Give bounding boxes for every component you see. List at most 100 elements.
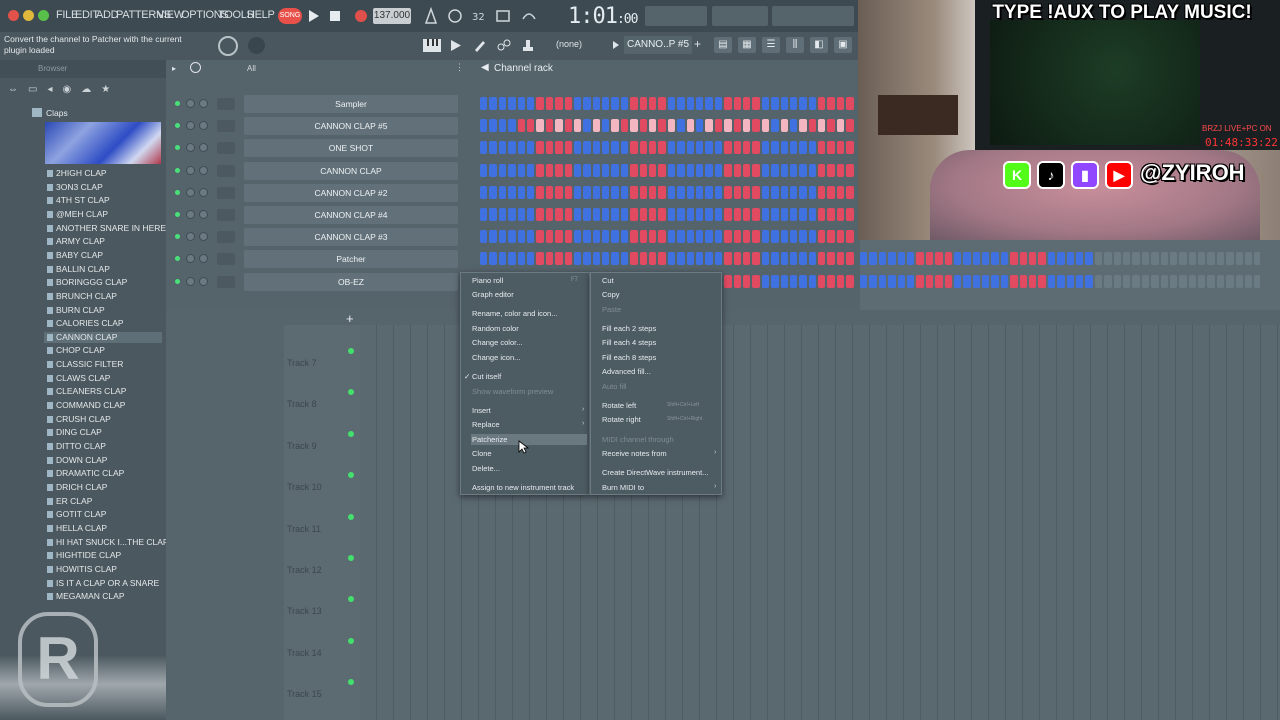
step-button[interactable] <box>517 141 525 155</box>
step-button[interactable] <box>583 185 591 199</box>
step-button[interactable] <box>1226 274 1234 288</box>
step-button[interactable] <box>583 252 591 266</box>
step-button[interactable] <box>602 208 610 221</box>
tempo-display[interactable]: 137.000 <box>373 8 411 24</box>
step-button[interactable] <box>789 163 798 177</box>
step-button[interactable] <box>733 163 741 177</box>
step-button[interactable] <box>789 119 798 133</box>
step-button[interactable] <box>1245 252 1253 266</box>
step-button[interactable] <box>827 208 835 221</box>
step-button[interactable] <box>724 97 732 110</box>
channel-mixer-track[interactable] <box>217 98 235 110</box>
menu-item[interactable]: Cut <box>602 276 614 285</box>
step-button[interactable] <box>714 163 723 177</box>
step-button[interactable] <box>592 185 601 199</box>
step-button[interactable] <box>897 252 905 266</box>
step-button[interactable] <box>799 141 807 155</box>
step-button[interactable] <box>714 185 723 199</box>
mixer-icon[interactable]: ⫼ <box>786 37 804 53</box>
step-button[interactable] <box>771 252 779 266</box>
step-button[interactable] <box>517 119 525 133</box>
step-button[interactable] <box>860 252 868 266</box>
step-button[interactable] <box>630 252 638 266</box>
step-button[interactable] <box>771 119 779 133</box>
step-button[interactable] <box>1216 274 1225 288</box>
step-button[interactable] <box>649 97 657 110</box>
channel-pan-knob[interactable] <box>186 99 195 108</box>
step-button[interactable] <box>686 230 694 244</box>
step-button[interactable] <box>846 119 854 133</box>
step-button[interactable] <box>1160 252 1168 266</box>
step-button[interactable] <box>724 274 732 288</box>
channel-pan-knob[interactable] <box>186 276 195 286</box>
step-button[interactable] <box>489 208 497 221</box>
step-button[interactable] <box>630 208 638 221</box>
step-button[interactable] <box>799 97 807 110</box>
stop-icon[interactable] <box>326 7 344 25</box>
step-button[interactable] <box>827 119 835 133</box>
step-button[interactable] <box>1254 252 1260 266</box>
step-button[interactable] <box>630 163 638 177</box>
channel-mute-led[interactable] <box>175 212 180 217</box>
step-button[interactable] <box>658 163 666 177</box>
step-button[interactable] <box>508 97 516 110</box>
step-button[interactable] <box>705 230 713 244</box>
track-label[interactable]: Track 10 <box>287 482 322 492</box>
step-button[interactable] <box>526 252 535 266</box>
track-label[interactable]: Track 13 <box>287 606 322 616</box>
browser-item[interactable]: 3ON3 CLAP <box>56 182 103 192</box>
browser-item[interactable]: BRUNCH CLAP <box>56 291 117 301</box>
step-button[interactable] <box>836 208 845 221</box>
step-button[interactable] <box>733 230 741 244</box>
step-button[interactable] <box>916 274 924 288</box>
step-button[interactable] <box>1207 274 1215 288</box>
step-button[interactable] <box>649 163 657 177</box>
step-button[interactable] <box>846 97 854 110</box>
menu-view[interactable]: VIEW <box>157 9 184 21</box>
maximize-window-icon[interactable] <box>38 10 49 21</box>
step-button[interactable] <box>555 252 563 266</box>
step-button[interactable] <box>1216 252 1225 266</box>
step-button[interactable] <box>667 97 676 110</box>
step-button[interactable] <box>888 274 896 288</box>
step-button[interactable] <box>742 119 751 133</box>
step-button[interactable] <box>771 141 779 155</box>
step-button[interactable] <box>761 97 770 110</box>
browser-item[interactable]: DOWN CLAP <box>56 455 107 465</box>
step-button[interactable] <box>498 97 507 110</box>
browser-item[interactable]: IS IT A CLAP OR A SNARE <box>56 578 159 588</box>
step-button[interactable] <box>658 97 666 110</box>
step-button[interactable] <box>888 252 896 266</box>
browser-item[interactable]: CLASSIC FILTER <box>56 359 123 369</box>
step-button[interactable] <box>526 141 535 155</box>
step-button[interactable] <box>836 163 845 177</box>
step-button[interactable] <box>695 252 704 266</box>
step-button[interactable] <box>517 163 525 177</box>
channel-pan-knob[interactable] <box>186 210 195 219</box>
step-button[interactable] <box>686 97 694 110</box>
step-button[interactable] <box>742 185 751 199</box>
step-button[interactable] <box>573 185 582 199</box>
step-button[interactable] <box>752 141 760 155</box>
step-button[interactable] <box>869 252 877 266</box>
step-button[interactable] <box>1047 274 1056 288</box>
step-button[interactable] <box>878 252 887 266</box>
step-button[interactable] <box>695 141 704 155</box>
step-button[interactable] <box>545 185 554 199</box>
track-enable-led[interactable] <box>348 637 354 644</box>
step-button[interactable] <box>733 208 741 221</box>
step-button[interactable] <box>564 208 572 221</box>
step-button[interactable] <box>724 208 732 221</box>
browser-item[interactable]: CHOP CLAP <box>56 345 105 355</box>
step-button[interactable] <box>1104 274 1112 288</box>
track-label[interactable]: Track 12 <box>287 565 322 575</box>
step-button[interactable] <box>517 185 525 199</box>
step-button[interactable] <box>742 208 751 221</box>
browser-file-icon[interactable]: ▭ <box>28 84 37 98</box>
step-button[interactable] <box>752 163 760 177</box>
step-button[interactable] <box>963 252 971 266</box>
add-channel-icon[interactable]: + <box>346 311 354 326</box>
step-button[interactable] <box>630 97 638 110</box>
step-button[interactable] <box>780 274 788 288</box>
step-button[interactable] <box>733 141 741 155</box>
